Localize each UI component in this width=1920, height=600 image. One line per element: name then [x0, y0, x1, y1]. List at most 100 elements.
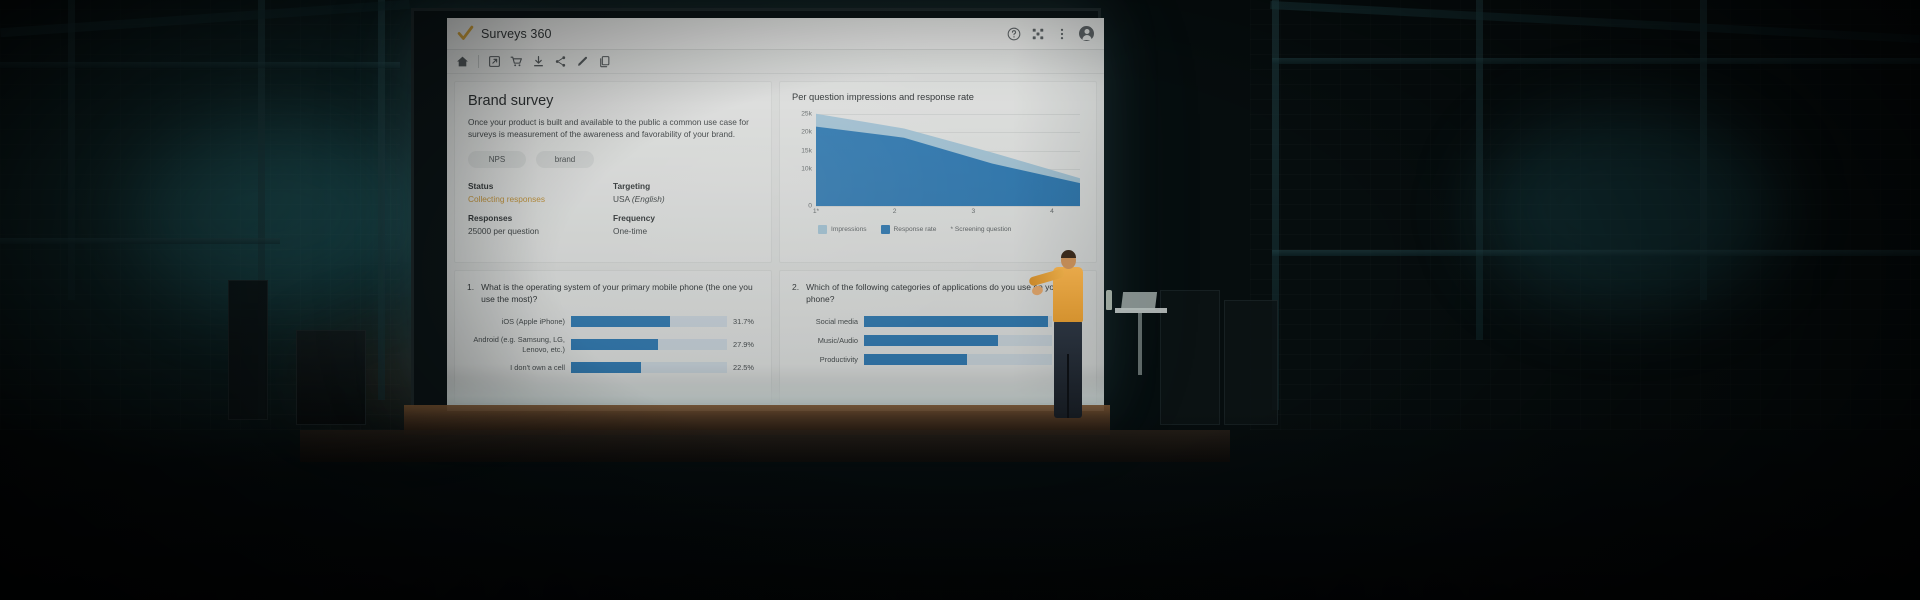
- stage-light-right: [1480, 110, 1780, 310]
- chart-area-series: [816, 113, 1080, 206]
- question-2-number: 2.: [792, 282, 800, 292]
- chart-x-axis: 1* 2 3 4: [812, 206, 1080, 218]
- chart-legend-item: Impressions: [818, 225, 867, 234]
- tag-nps[interactable]: NPS: [468, 151, 526, 169]
- stage-equipment-right: [1160, 290, 1220, 425]
- result-bar-fill: [571, 316, 670, 328]
- truss-beam: [68, 0, 75, 300]
- responses-value: 25000 per question: [468, 226, 540, 237]
- meta-label: Status: [468, 181, 494, 192]
- water-bottle: [1106, 290, 1112, 310]
- presenter-table-leg: [1138, 313, 1142, 375]
- app-header-actions: [1007, 26, 1094, 41]
- meta-label: Targeting: [613, 181, 651, 192]
- question-1-header: 1. What is the operating system of your …: [467, 282, 759, 305]
- survey-tags: NPS brand: [468, 151, 758, 169]
- surveys-360-app: Surveys 360 Brand survey Once your produ…: [447, 18, 1104, 411]
- result-row: Android (e.g. Samsung, LG, Lenovo, etc.)…: [467, 335, 759, 354]
- result-percent: 31.7%: [733, 317, 754, 327]
- result-option-label: Music/Audio: [817, 336, 858, 346]
- result-bar-track: [571, 339, 727, 351]
- edit-pencil-icon[interactable]: [576, 55, 589, 68]
- presenter-hand: [1030, 284, 1044, 297]
- legend-swatch: [818, 225, 827, 234]
- dashboard-content: Brand survey Once your product is built …: [447, 74, 1104, 411]
- question-1-text: What is the operating system of your pri…: [481, 282, 753, 304]
- cart-icon[interactable]: [510, 55, 523, 68]
- truss-beam: [0, 62, 400, 68]
- chart-y-tick: 25k: [801, 110, 812, 118]
- audience-shadow-gradient: [0, 410, 1920, 600]
- chart-y-tick: 10k: [801, 165, 812, 173]
- chart-x-tick: 2: [892, 208, 897, 215]
- legend-label: Impressions: [831, 226, 867, 233]
- result-bar-fill: [571, 339, 659, 351]
- impressions-chart-card: Per question impressions and response ra…: [779, 81, 1097, 263]
- chart-x-tick: 1*: [812, 208, 820, 215]
- result-bar-fill: [571, 361, 642, 373]
- survey-description: Once your product is built and available…: [468, 117, 749, 140]
- targeting-value: USA (English): [613, 194, 758, 204]
- chart-y-tick: 15k: [801, 147, 812, 155]
- chart-legend: Impressions Response rate * Screening ques…: [818, 225, 1084, 234]
- legend-swatch: [880, 225, 890, 234]
- result-percent: 22.5%: [733, 362, 754, 372]
- account-avatar-icon[interactable]: [1079, 26, 1094, 41]
- result-bar-track: [571, 361, 727, 373]
- stage-light-left: [130, 120, 410, 310]
- toolbar-divider: [478, 55, 479, 68]
- result-option-label: Social media: [815, 317, 858, 327]
- presenter-leg-gap: [1067, 354, 1069, 418]
- apps-grid-icon[interactable]: [1031, 27, 1045, 41]
- survey-title: Brand survey: [468, 93, 554, 109]
- chart-title: Per question impressions and response ra…: [792, 92, 974, 102]
- meta-targeting: Targeting USA (English): [613, 181, 758, 204]
- projection-screen: Surveys 360 Brand survey Once your produ…: [447, 18, 1104, 411]
- legend-label: * Screening question: [950, 226, 1012, 233]
- share-icon[interactable]: [554, 55, 567, 68]
- open-in-new-icon[interactable]: [488, 55, 501, 68]
- result-option-label: Android (e.g. Samsung, LG, Lenovo, etc.): [473, 335, 565, 354]
- truss-beam: [378, 0, 385, 400]
- result-row: I don't own a cell 22.5%: [467, 361, 759, 373]
- conference-stage-photo: Surveys 360 Brand survey Once your produ…: [0, 0, 1920, 600]
- result-bar-fill: [864, 354, 967, 366]
- meta-responses: Responses 25000 per question: [468, 213, 613, 236]
- survey-metadata: Status Collecting responses Targeting US…: [468, 181, 758, 236]
- tag-brand[interactable]: brand: [536, 151, 594, 169]
- result-percent: 27.9%: [733, 340, 754, 350]
- chart-y-tick: 0: [808, 202, 812, 210]
- more-vert-icon[interactable]: [1055, 27, 1069, 41]
- targeting-country: USA: [613, 194, 630, 205]
- truss-beam: [0, 238, 280, 244]
- meta-label: Frequency: [613, 213, 655, 224]
- app-header-bar: Surveys 360: [447, 18, 1104, 50]
- meta-label: Responses: [468, 213, 513, 224]
- chart-y-tick: 20k: [801, 128, 812, 136]
- home-icon[interactable]: [456, 55, 469, 68]
- presenter-person: [1020, 250, 1100, 425]
- area-chart-plot: 25k 20k 15k 10k 0: [801, 110, 1080, 210]
- legend-label: Response rate: [893, 226, 937, 233]
- help-circle-icon[interactable]: [1007, 27, 1021, 41]
- targeting-language: (English): [631, 194, 665, 205]
- app-toolbar: [447, 50, 1104, 74]
- projection-screen-frame: Surveys 360 Brand survey Once your produ…: [411, 8, 1104, 411]
- result-option-label: iOS (Apple iPhone): [501, 317, 565, 327]
- chart-x-tick: 4: [1050, 208, 1054, 215]
- meta-status: Status Collecting responses: [468, 181, 613, 204]
- result-option-label: I don't own a cell: [510, 362, 565, 372]
- stage-equipment-left: [228, 280, 268, 420]
- chart-x-tick: 3: [971, 208, 976, 215]
- stage-equipment-right: [1224, 300, 1278, 425]
- question-1-results: iOS (Apple iPhone) 31.7% Android (e.g. Sam…: [467, 316, 759, 373]
- truss-beam: [1476, 0, 1483, 340]
- app-title: Surveys 360: [481, 26, 552, 41]
- download-icon[interactable]: [532, 55, 545, 68]
- presenter-hair: [1061, 250, 1076, 258]
- chart-legend-item: * Screening question: [950, 226, 1011, 233]
- result-option-label: Productivity: [819, 355, 858, 365]
- orange-check-icon: [457, 25, 474, 40]
- chart-legend-item: Response rate: [880, 225, 937, 234]
- copy-icon[interactable]: [598, 55, 611, 68]
